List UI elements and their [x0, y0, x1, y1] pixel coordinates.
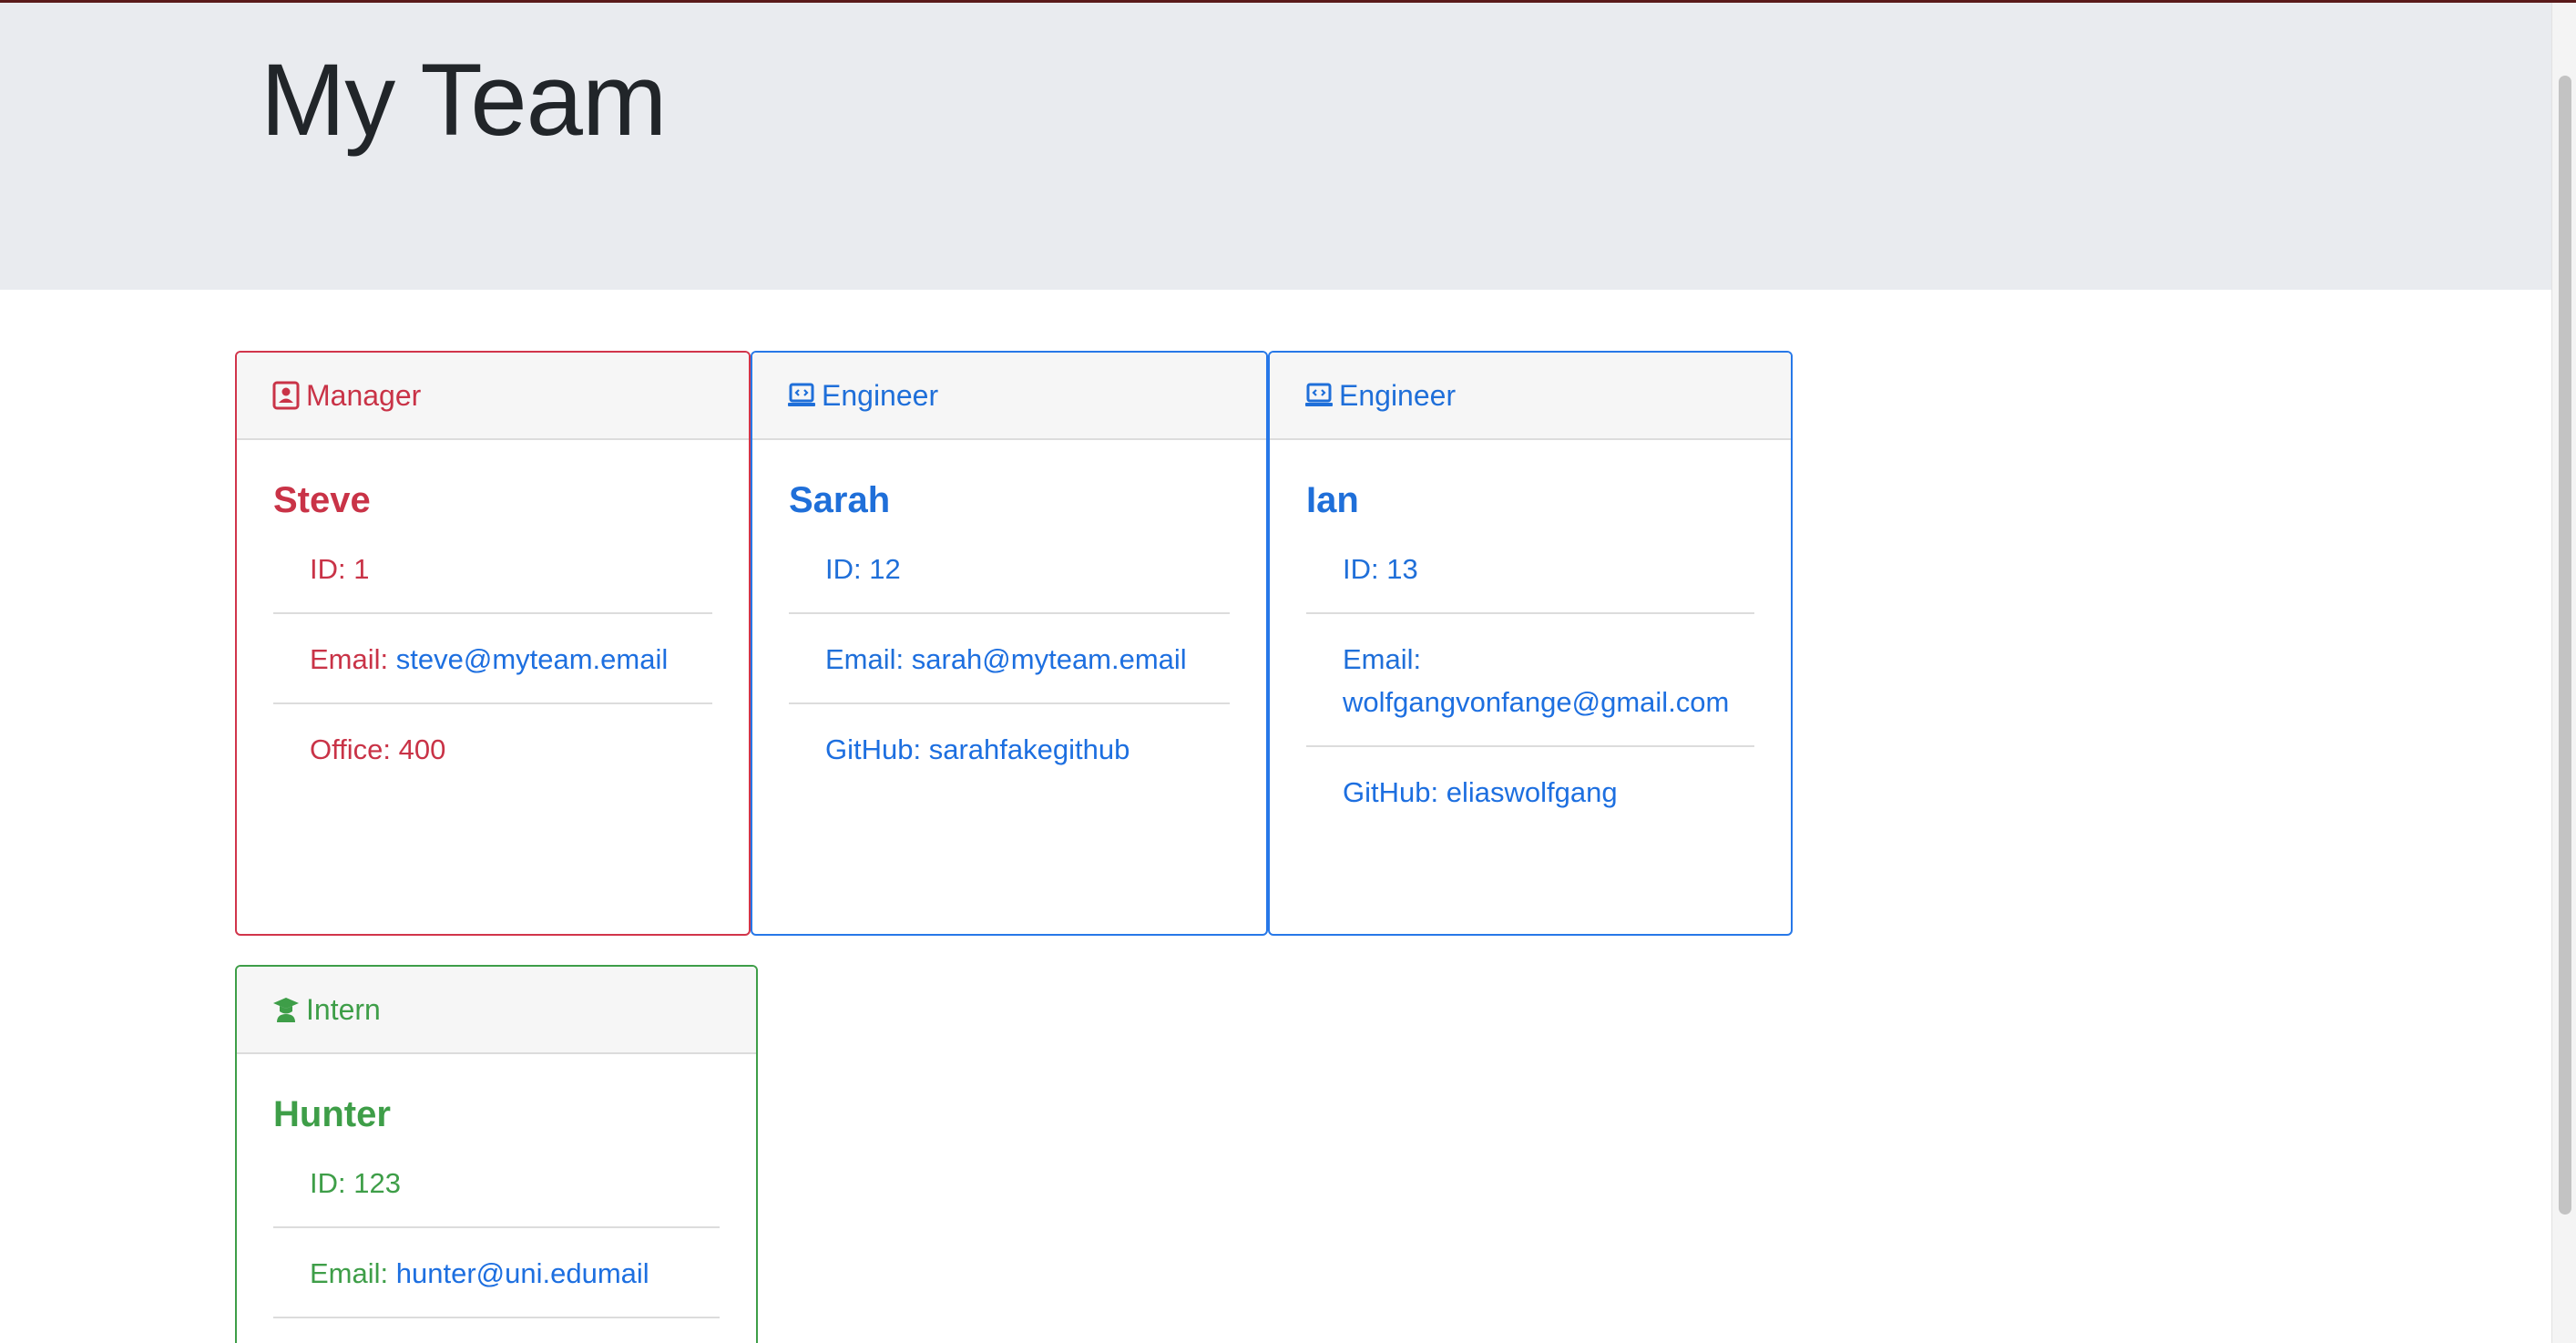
engineer-card: Engineer Sarah ID: 12 Email: sarah@mytea…: [751, 351, 1268, 936]
email-link[interactable]: wolfgangvonfange@gmail.com: [1343, 686, 1729, 718]
email-item: Email: sarah@myteam.email: [789, 614, 1230, 704]
office-item: Office: 400: [310, 733, 446, 765]
card-header: Intern: [237, 967, 756, 1054]
scrollbar-thumb[interactable]: [2559, 76, 2571, 1215]
graduate-icon: [273, 998, 299, 1022]
vertical-scrollbar[interactable]: [2551, 3, 2576, 1343]
email-link[interactable]: sarah@myteam.email: [912, 643, 1187, 675]
email-label: Email:: [310, 1257, 396, 1289]
email-label: Email:: [825, 643, 912, 675]
email-link[interactable]: hunter@uni.edumail: [396, 1257, 649, 1289]
id-item: ID: 12: [789, 548, 1230, 614]
laptop-code-icon: [1305, 383, 1333, 406]
card-header: Manager: [237, 353, 749, 440]
email-link[interactable]: steve@myteam.email: [396, 643, 669, 675]
engineer-card: Engineer Ian ID: 13 Email: wolfgangvonfa…: [1268, 351, 1793, 936]
employee-name: Sarah: [789, 480, 891, 520]
employee-name: Hunter: [273, 1094, 391, 1134]
email-label: Email:: [1343, 643, 1422, 675]
github-link[interactable]: GitHub: eliaswolfgang: [1306, 747, 1754, 836]
info-list: ID: 12 Email: sarah@myteam.email GitHub:…: [789, 548, 1230, 793]
page-header: My Team: [0, 3, 2551, 290]
role-label: Intern: [306, 992, 381, 1026]
employee-name: Steve: [273, 480, 371, 520]
id-item: ID: 13: [1306, 548, 1754, 614]
email-item: Email: steve@myteam.email: [273, 614, 712, 704]
role-label: Manager: [306, 378, 422, 412]
role-label: Engineer: [822, 378, 939, 412]
info-list: ID: 123 Email: hunter@uni.edumail: [273, 1162, 720, 1318]
id-badge-icon: [272, 381, 300, 410]
manager-card: Manager Steve ID: 1 Email: steve@myteam.…: [235, 351, 751, 936]
id-item: ID: 1: [273, 548, 712, 614]
email-label: Email:: [310, 643, 396, 675]
info-list: ID: 1 Email: steve@myteam.email Office: …: [273, 548, 712, 793]
page: My Team Manager Steve ID: 1 Email: steve…: [0, 0, 2576, 1343]
page-title: My Team: [261, 43, 667, 157]
card-header: Engineer: [752, 353, 1266, 440]
id-item: ID: 123: [273, 1162, 720, 1228]
info-list: ID: 13 Email: wolfgangvonfange@gmail.com…: [1306, 548, 1754, 836]
intern-card: Intern Hunter ID: 123 Email: hunter@uni.…: [235, 965, 758, 1343]
email-item: Email: hunter@uni.edumail: [273, 1228, 720, 1318]
laptop-code-icon: [788, 383, 815, 406]
github-link[interactable]: GitHub: sarahfakegithub: [789, 704, 1230, 793]
employee-name: Ian: [1306, 480, 1359, 520]
email-item: Email: wolfgangvonfange@gmail.com: [1306, 614, 1754, 747]
role-label: Engineer: [1339, 378, 1457, 412]
card-header: Engineer: [1270, 353, 1791, 440]
